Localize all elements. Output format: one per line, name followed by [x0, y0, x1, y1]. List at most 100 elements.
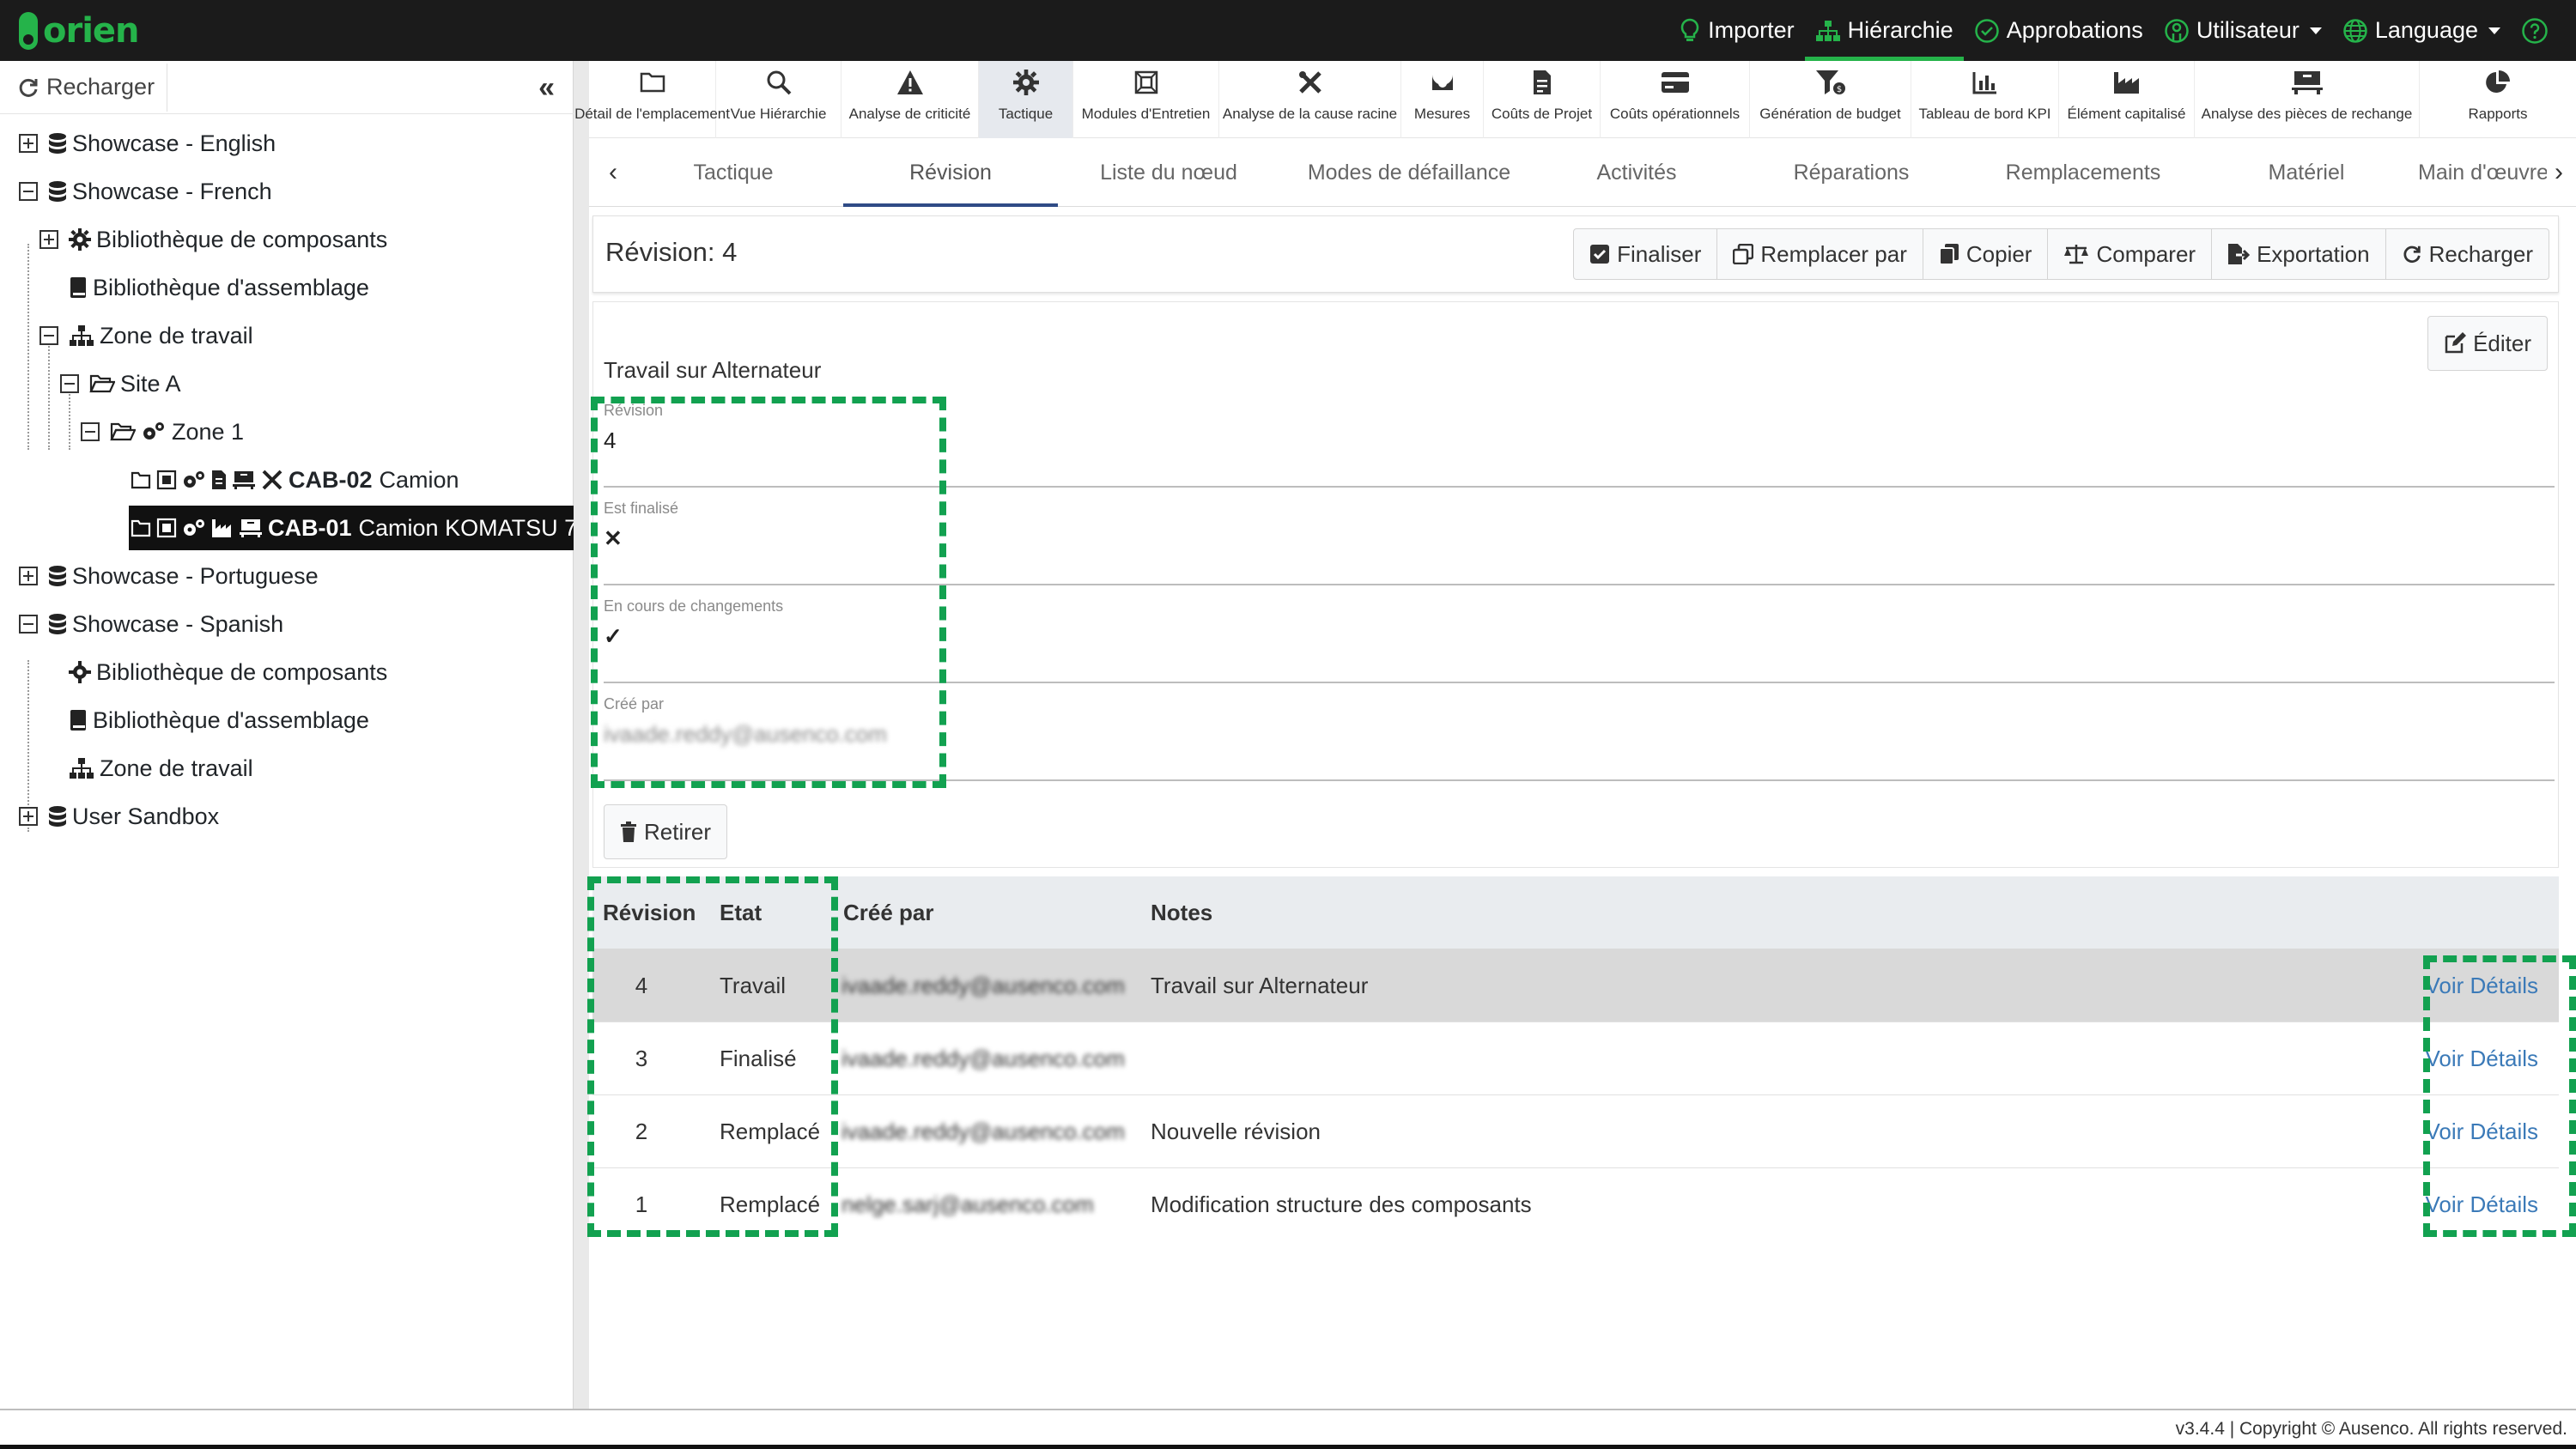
expand-icon[interactable]: [39, 230, 58, 249]
ribbon-hierarchy-view[interactable]: Vue Hiérarchie: [716, 61, 841, 138]
view-details-link[interactable]: Voir Détails: [2426, 1168, 2539, 1241]
collapse-icon[interactable]: [81, 422, 100, 441]
tree-item-zone-1[interactable]: Zone 1: [81, 409, 244, 454]
tab-revision[interactable]: Révision: [843, 138, 1058, 207]
sitemap-icon: [69, 757, 94, 779]
cell-revision: 2: [635, 1119, 648, 1144]
finalize-button[interactable]: Finaliser: [1574, 229, 1718, 279]
tree-item-component-library-es[interactable]: Bibliothèque de composants: [69, 650, 387, 694]
column-header-state[interactable]: Etat: [720, 876, 762, 949]
copy-button[interactable]: Copier: [1923, 229, 2049, 279]
balance-scale-icon: [2063, 243, 2089, 265]
tree-item-showcase-spanish[interactable]: Showcase - Spanish: [19, 602, 283, 646]
ribbon-capitalized-element[interactable]: Élément capitalisé: [2059, 61, 2195, 138]
tree-item-workzone[interactable]: Zone de travail: [39, 313, 253, 358]
refresh-icon: [17, 76, 39, 99]
retire-button[interactable]: Retirer: [604, 804, 728, 859]
tree-item-assembly-library[interactable]: Bibliothèque d'assemblage: [69, 265, 369, 310]
app-logo[interactable]: orien: [19, 9, 140, 53]
nav-importer[interactable]: Importer: [1668, 0, 1805, 61]
ribbon-measures[interactable]: Mesures: [1401, 61, 1484, 138]
view-details-link[interactable]: Voir Détails: [2426, 1095, 2539, 1168]
nav-language[interactable]: Language: [2332, 0, 2511, 61]
ribbon-maintenance-modules[interactable]: Modules d'Entretien: [1073, 61, 1219, 138]
replace-with-button[interactable]: Remplacer par: [1717, 229, 1923, 279]
view-details-link[interactable]: Voir Détails: [2426, 949, 2539, 1022]
tree-item-site-a[interactable]: Site A: [60, 361, 181, 406]
collapse-icon[interactable]: [19, 615, 38, 634]
tree-item-label: Showcase - French: [72, 178, 272, 204]
pie-chart-icon: [2485, 68, 2511, 97]
tree-item-assembly-library-es[interactable]: Bibliothèque d'assemblage: [69, 698, 369, 743]
sidebar-collapse-button[interactable]: «: [538, 71, 555, 105]
book-icon: [69, 709, 88, 731]
ribbon-label: Rapports: [2468, 106, 2528, 122]
ribbon-tactics[interactable]: Tactique: [979, 61, 1073, 138]
tab-failure-modes[interactable]: Modes de défaillance: [1285, 138, 1534, 207]
invoice-icon: [1533, 68, 1552, 97]
cell-notes: Nouvelle révision: [1151, 1119, 1321, 1144]
tab-activities[interactable]: Activités: [1542, 138, 1731, 207]
tree-item-cab-02[interactable]: CAB-02 Camion: [131, 458, 468, 502]
ribbon-operational-costs[interactable]: Coûts opérationnels: [1601, 61, 1750, 138]
collapse-icon[interactable]: [19, 182, 38, 201]
nav-utilisateur[interactable]: Utilisateur: [2154, 0, 2332, 61]
column-header-notes[interactable]: Notes: [1151, 876, 1212, 949]
table-row[interactable]: 3 Finalisé ivaade.reddy@ausenco.com Voir…: [592, 1022, 2559, 1095]
module-icon: [156, 470, 177, 490]
tree-item-cab-01[interactable]: CAB-01 Camion KOMATSU 730: [129, 506, 574, 550]
ribbon-criticality-analysis[interactable]: Analyse de criticité: [841, 61, 979, 138]
cell-state: Remplacé: [720, 1191, 821, 1217]
ribbon-spare-parts-analysis[interactable]: Analyse des pièces de rechange: [2195, 61, 2420, 138]
column-header-revision[interactable]: Révision: [603, 876, 696, 949]
ribbon-label: Élément capitalisé: [2067, 106, 2186, 122]
tab-node-list[interactable]: Liste du nœud: [1061, 138, 1276, 207]
tab-repairs[interactable]: Réparations: [1740, 138, 1963, 207]
tree-item-component-library[interactable]: Bibliothèque de composants: [39, 217, 387, 262]
tree-item-showcase-english[interactable]: Showcase - English: [19, 121, 276, 166]
nav-hierarchie[interactable]: Hiérarchie: [1804, 0, 1964, 61]
tab-tactique[interactable]: Tactique: [630, 138, 836, 207]
tree-item-showcase-french[interactable]: Showcase - French: [19, 169, 272, 214]
column-header-created-by[interactable]: Créé par: [843, 876, 934, 949]
replace-with-button-label: Remplacer par: [1760, 240, 1907, 267]
tab-labour[interactable]: Main d'œuvre: [2418, 138, 2547, 207]
help-button[interactable]: [2511, 0, 2559, 61]
cell-notes: Travail sur Alternateur: [1151, 973, 1369, 998]
export-button[interactable]: Exportation: [2212, 229, 2386, 279]
field-revision: Révision 4: [604, 391, 2555, 488]
tab-material[interactable]: Matériel: [2203, 138, 2409, 207]
tab-replacements[interactable]: Remplacements: [1971, 138, 2195, 207]
table-row[interactable]: 2 Remplacé ivaade.reddy@ausenco.com Nouv…: [592, 1095, 2559, 1168]
table-row[interactable]: 1 Remplacé nelge.sarj@ausenco.com Modifi…: [592, 1168, 2559, 1241]
tree-item-workzone-es[interactable]: Zone de travail: [69, 746, 253, 791]
collapse-icon[interactable]: [60, 374, 79, 393]
tree-item-showcase-portuguese[interactable]: Showcase - Portuguese: [19, 554, 319, 598]
revision-detail-card: Travail sur Alternateur Éditer Révision …: [592, 301, 2559, 868]
expand-icon[interactable]: [19, 567, 38, 585]
collapse-icon[interactable]: [39, 326, 58, 345]
reload-button[interactable]: Recharger: [2386, 229, 2549, 279]
expand-icon[interactable]: [19, 807, 38, 826]
sidebar-splitter[interactable]: [574, 61, 589, 1409]
ribbon-root-cause-analysis[interactable]: Analyse de la cause racine: [1219, 61, 1401, 138]
tabs-scroll-left-icon[interactable]: ‹: [596, 138, 630, 207]
table-row[interactable]: 4 Travail ivaade.reddy@ausenco.com Trava…: [592, 949, 2559, 1022]
expand-icon[interactable]: [19, 134, 38, 153]
tabs-scroll-right-icon[interactable]: ›: [2542, 138, 2576, 207]
view-details-link[interactable]: Voir Détails: [2426, 1022, 2539, 1095]
ribbon-location-detail[interactable]: Détail de l'emplacement: [574, 61, 730, 138]
nav-approbations[interactable]: Approbations: [1964, 0, 2154, 61]
top-navbar: orien Importer Hiérarchie Approbations U…: [0, 0, 2576, 61]
edit-button[interactable]: Éditer: [2427, 316, 2548, 371]
field-label: Créé par: [604, 695, 665, 712]
ribbon-budget-generation[interactable]: $ Génération de budget: [1750, 61, 1911, 138]
compare-button[interactable]: Comparer: [2048, 229, 2213, 279]
ribbon-kpi-dashboard[interactable]: Tableau de bord KPI: [1911, 61, 2059, 138]
ribbon-reports[interactable]: Rapports: [2420, 61, 2576, 138]
tactics-subtabs: ‹ Tactique Révision Liste du nœud Modes …: [589, 138, 2576, 207]
sidebar-reload-button[interactable]: Recharger: [17, 63, 168, 112]
tree-item-user-sandbox[interactable]: User Sandbox: [19, 794, 219, 839]
ribbon-project-costs[interactable]: Coûts de Projet: [1484, 61, 1601, 138]
copy-icon: [1938, 243, 1959, 265]
